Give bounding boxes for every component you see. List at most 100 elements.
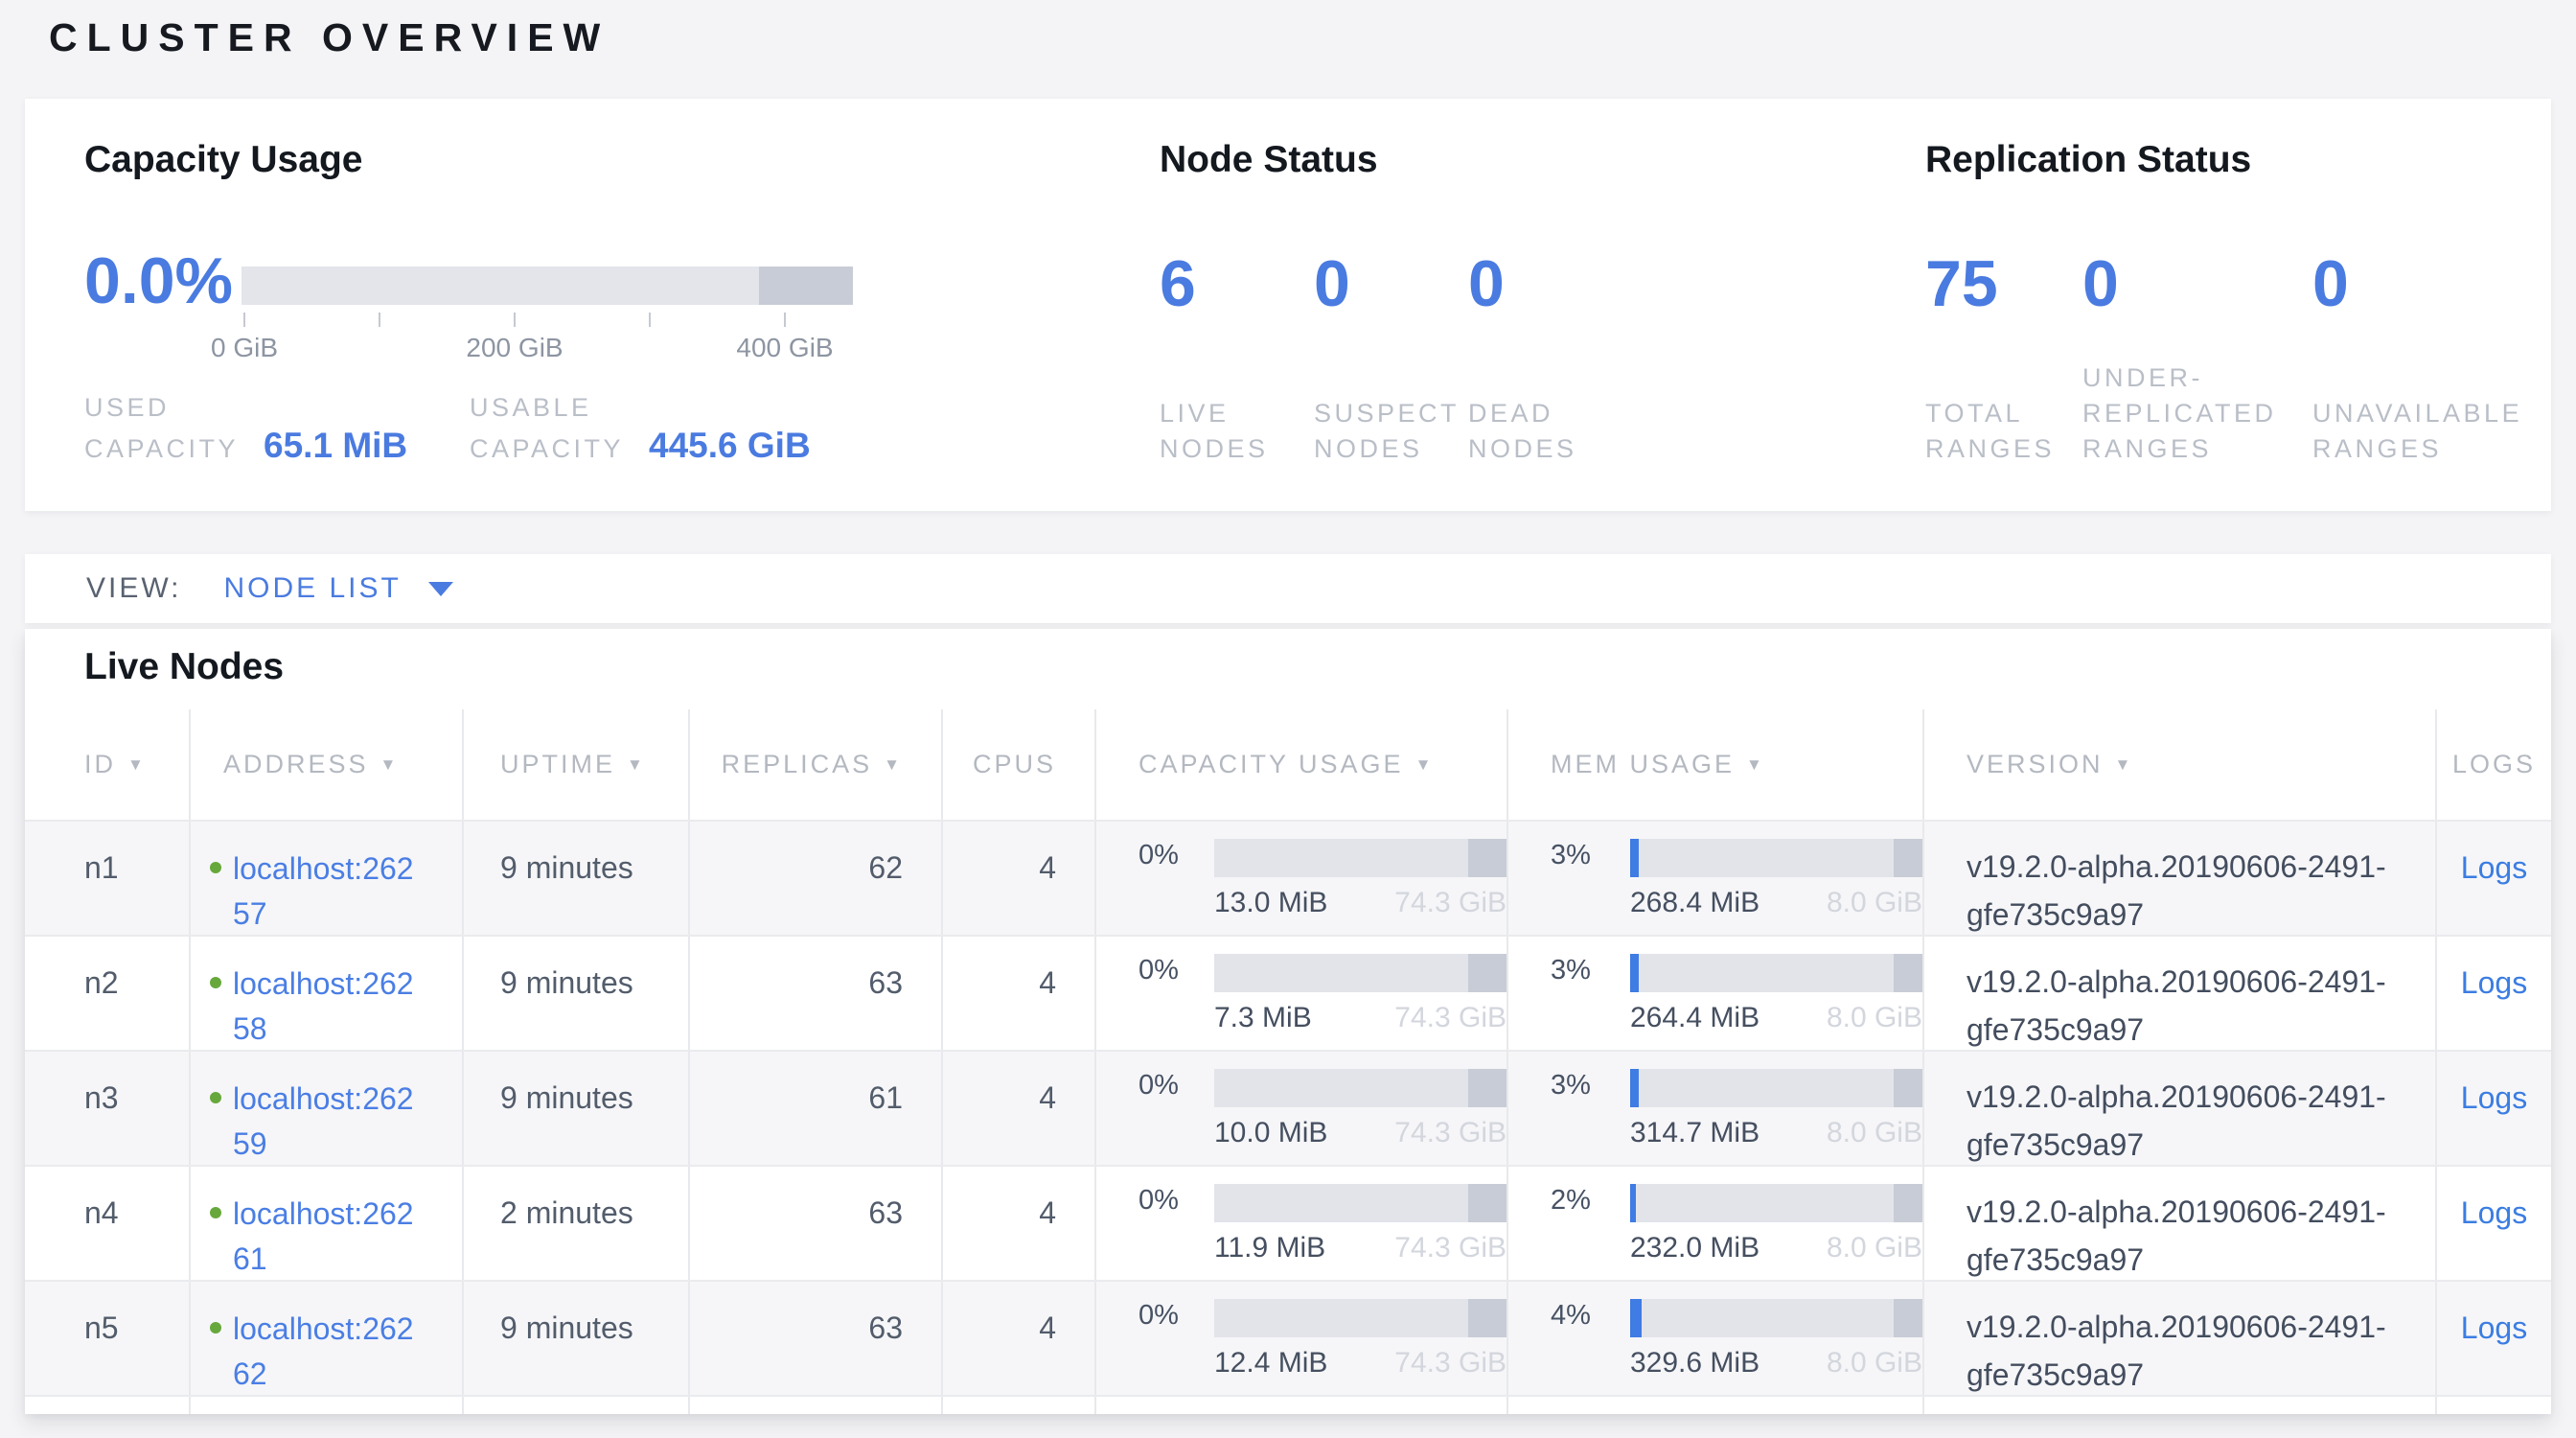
mem-values: 264.4 MiB 8.0 GiB bbox=[1630, 1002, 1922, 1050]
summary-stat: 6LIVENODES bbox=[1160, 247, 1314, 467]
node-replicas-cell: 63 bbox=[688, 937, 941, 1050]
chevron-down-icon bbox=[428, 582, 453, 596]
view-selector-dropdown[interactable]: NODE LIST bbox=[223, 572, 452, 605]
version-line1: v19.2.0-alpha.20190606-2491- bbox=[1966, 958, 2435, 1006]
usable-capacity-value: 445.6 GiB bbox=[649, 426, 811, 466]
logs-link[interactable]: Logs bbox=[2461, 965, 2527, 1000]
capacity-total-value: 74.3 GiB bbox=[1394, 1347, 1506, 1395]
node-logs-cell: Logs bbox=[2435, 937, 2551, 1050]
summary-stat: 75TOTALRANGES bbox=[1925, 247, 2082, 467]
logs-link[interactable]: Logs bbox=[2461, 1080, 2527, 1115]
node-address-link[interactable]: localhost:262 57 bbox=[233, 847, 414, 935]
capacity-total-value: 74.3 GiB bbox=[1394, 887, 1506, 935]
mem-total-value: 8.0 GiB bbox=[1827, 1232, 1922, 1280]
mem-usage-bar bbox=[1630, 1184, 1922, 1222]
summary-stat-label-line: NODES bbox=[1314, 431, 1468, 467]
node-status-stats: 6LIVENODES0SUSPECTNODES0DEADNODES bbox=[1160, 247, 1660, 467]
node-version-cell: v19.2.0-alpha.20190606-2491- gfe735c9a97 bbox=[1922, 822, 2435, 935]
logs-link[interactable]: Logs bbox=[2461, 1310, 2527, 1345]
column-header-replicas[interactable]: REPLICAS▼ bbox=[688, 709, 941, 820]
node-capacity-usage-cell: 0% 7.3 MiB 74.3 GiB bbox=[1094, 937, 1506, 1050]
node-address-line2: 59 bbox=[233, 1122, 414, 1165]
version-line2: gfe735c9a97 bbox=[1966, 891, 2435, 935]
node-address-link[interactable]: localhost:262 62 bbox=[233, 1307, 414, 1395]
empty-cell bbox=[1922, 1397, 2435, 1414]
capacity-percent-label: 0% bbox=[1138, 1069, 1205, 1102]
capacity-bar-dark-segment bbox=[1468, 954, 1506, 992]
live-status-dot-icon bbox=[210, 862, 221, 873]
node-logs-cell: Logs bbox=[2435, 1282, 2551, 1395]
node-address-link[interactable]: localhost:262 61 bbox=[233, 1192, 414, 1280]
version-line1: v19.2.0-alpha.20190606-2491- bbox=[1966, 843, 2435, 891]
node-id-cell: n2 bbox=[25, 937, 189, 1050]
node-address-link[interactable]: localhost:262 59 bbox=[233, 1077, 414, 1165]
column-header-id[interactable]: ID▼ bbox=[25, 709, 189, 820]
mem-used-value: 268.4 MiB bbox=[1630, 887, 1760, 935]
node-address-line1: localhost:262 bbox=[233, 1192, 414, 1237]
node-id-cell: n4 bbox=[25, 1167, 189, 1280]
axis-tick-label: 0 GiB bbox=[211, 333, 278, 363]
summary-stat-label-line: RANGES bbox=[1925, 431, 2082, 467]
column-header-version[interactable]: VERSION▼ bbox=[1922, 709, 2435, 820]
sort-caret-icon: ▼ bbox=[1746, 755, 1765, 775]
capacity-usage-bar bbox=[1214, 1299, 1506, 1337]
mem-bar-dark-segment bbox=[1894, 954, 1922, 992]
capacity-used-percent: 0.0% bbox=[84, 244, 233, 317]
node-address-cell: localhost:262 61 bbox=[189, 1167, 462, 1280]
mem-percent-label: 3% bbox=[1551, 954, 1621, 986]
node-capacity-usage-cell: 0% 13.0 MiB 74.3 GiB bbox=[1094, 822, 1506, 935]
column-header-capacity-usage[interactable]: CAPACITY USAGE ▼ bbox=[1094, 709, 1506, 820]
node-version-cell: v19.2.0-alpha.20190606-2491- gfe735c9a97 bbox=[1922, 1167, 2435, 1280]
axis-tick-label: 200 GiB bbox=[466, 333, 563, 363]
column-header-address[interactable]: ADDRESS▼ bbox=[189, 709, 462, 820]
version-line1: v19.2.0-alpha.20190606-2491- bbox=[1966, 1303, 2435, 1351]
logs-link[interactable]: Logs bbox=[2461, 1195, 2527, 1230]
node-cpus-cell: 4 bbox=[941, 1282, 1094, 1395]
capacity-usage-bar bbox=[1214, 1184, 1506, 1222]
column-header-label: CAPACITY USAGE bbox=[1138, 750, 1404, 779]
column-header-uptime[interactable]: UPTIME▼ bbox=[462, 709, 688, 820]
page-title: CLUSTER OVERVIEW bbox=[49, 15, 610, 60]
capacity-used-value: 7.3 MiB bbox=[1214, 1002, 1312, 1050]
capacity-used-value: 12.4 MiB bbox=[1214, 1347, 1327, 1395]
node-logs-cell: Logs bbox=[2435, 1052, 2551, 1165]
column-header-label: MEM USAGE bbox=[1551, 750, 1735, 779]
mem-usage-bar bbox=[1630, 1299, 1922, 1337]
node-uptime-cell: 9 minutes bbox=[462, 937, 688, 1050]
empty-cell bbox=[189, 1397, 462, 1414]
node-address-line2: 57 bbox=[233, 892, 414, 935]
summary-stat: 0DEADNODES bbox=[1468, 247, 1660, 467]
summary-stat: 0UNAVAILABLERANGES bbox=[2312, 247, 2562, 467]
live-status-dot-icon bbox=[210, 1207, 221, 1218]
used-capacity-value: 65.1 MiB bbox=[264, 426, 407, 466]
sort-caret-icon: ▼ bbox=[1415, 755, 1435, 775]
node-id-cell: n5 bbox=[25, 1282, 189, 1395]
sort-caret-icon: ▼ bbox=[884, 755, 903, 775]
axis-tick bbox=[649, 313, 651, 327]
column-header-mem-usage[interactable]: MEM USAGE ▼ bbox=[1506, 709, 1922, 820]
column-header-cpus: CPUS bbox=[941, 709, 1094, 820]
node-address-link[interactable]: localhost:262 58 bbox=[233, 962, 414, 1050]
axis-tick bbox=[379, 313, 380, 327]
node-uptime-cell: 9 minutes bbox=[462, 1052, 688, 1165]
summary-stat-value: 0 bbox=[1468, 247, 1660, 320]
node-mem-usage-cell: 3% 264.4 MiB 8.0 GiB bbox=[1506, 937, 1922, 1050]
capacity-total-value: 74.3 GiB bbox=[1394, 1117, 1506, 1165]
node-replicas-cell: 63 bbox=[688, 1282, 941, 1395]
capacity-bar-dark-segment bbox=[1468, 1299, 1506, 1337]
mem-bar-fill bbox=[1630, 1299, 1642, 1337]
empty-cell bbox=[688, 1397, 941, 1414]
logs-link[interactable]: Logs bbox=[2461, 850, 2527, 885]
summary-stat-label: UNAVAILABLERANGES bbox=[2312, 396, 2562, 467]
summary-stat-label: TOTALRANGES bbox=[1925, 396, 2082, 467]
capacity-values: 12.4 MiB 74.3 GiB bbox=[1214, 1347, 1506, 1395]
node-mem-usage-cell: 2% 232.0 MiB 8.0 GiB bbox=[1506, 1167, 1922, 1280]
used-capacity-label-line1: USED bbox=[84, 390, 407, 426]
node-address-line1: localhost:262 bbox=[233, 962, 414, 1007]
capacity-values: 13.0 MiB 74.3 GiB bbox=[1214, 887, 1506, 935]
node-uptime-cell: 2 minutes bbox=[462, 1167, 688, 1280]
column-header-label: ID bbox=[84, 750, 116, 779]
summary-stat: 0UNDER-REPLICATEDRANGES bbox=[2082, 247, 2312, 467]
capacity-used-value: 11.9 MiB bbox=[1214, 1232, 1325, 1280]
node-replicas-cell: 62 bbox=[688, 822, 941, 935]
